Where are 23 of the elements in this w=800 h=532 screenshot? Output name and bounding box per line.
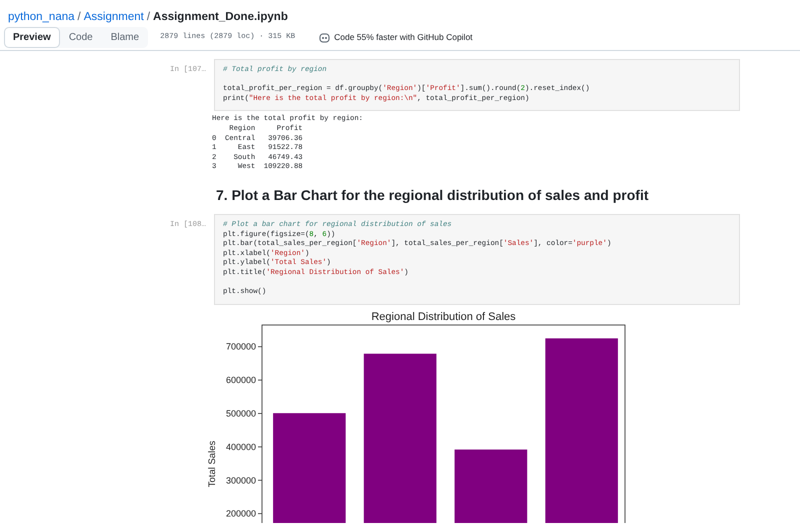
chart-title: Regional Distribution of Sales <box>371 310 516 323</box>
y-axis-label: Total Sales <box>207 440 218 487</box>
section-heading: 7. Plot a Bar Chart for the regional distribution of sales and profit <box>216 186 650 205</box>
path-separator: / <box>146 10 150 26</box>
copilot-icon <box>319 32 330 42</box>
breadcrumb-link[interactable]: python_nana <box>8 9 75 27</box>
y-tick: 700000 <box>226 341 262 352</box>
y-tick-label: 700000 <box>226 341 256 352</box>
y-tick-label: 200000 <box>226 508 256 518</box>
y-tick: 300000 <box>226 474 262 485</box>
file-name: Assignment_Done.ipynb <box>153 10 288 26</box>
y-tick-label: 600000 <box>226 374 256 385</box>
copilot-note[interactable]: Code 55% faster with GitHub Copilot <box>334 31 473 44</box>
y-tick: 200000 <box>226 508 262 518</box>
view-tab[interactable]: Preview <box>4 27 60 48</box>
y-tick-label: 300000 <box>226 474 256 485</box>
y-tick: 400000 <box>226 442 262 452</box>
breadcrumb-link[interactable]: Assignment <box>84 9 144 27</box>
y-tick-label: 400000 <box>226 442 256 452</box>
path-separator: / <box>78 10 81 26</box>
y-tick: 500000 <box>226 408 262 418</box>
y-tick-label: 500000 <box>226 408 256 418</box>
y-tick: 600000 <box>226 374 262 385</box>
